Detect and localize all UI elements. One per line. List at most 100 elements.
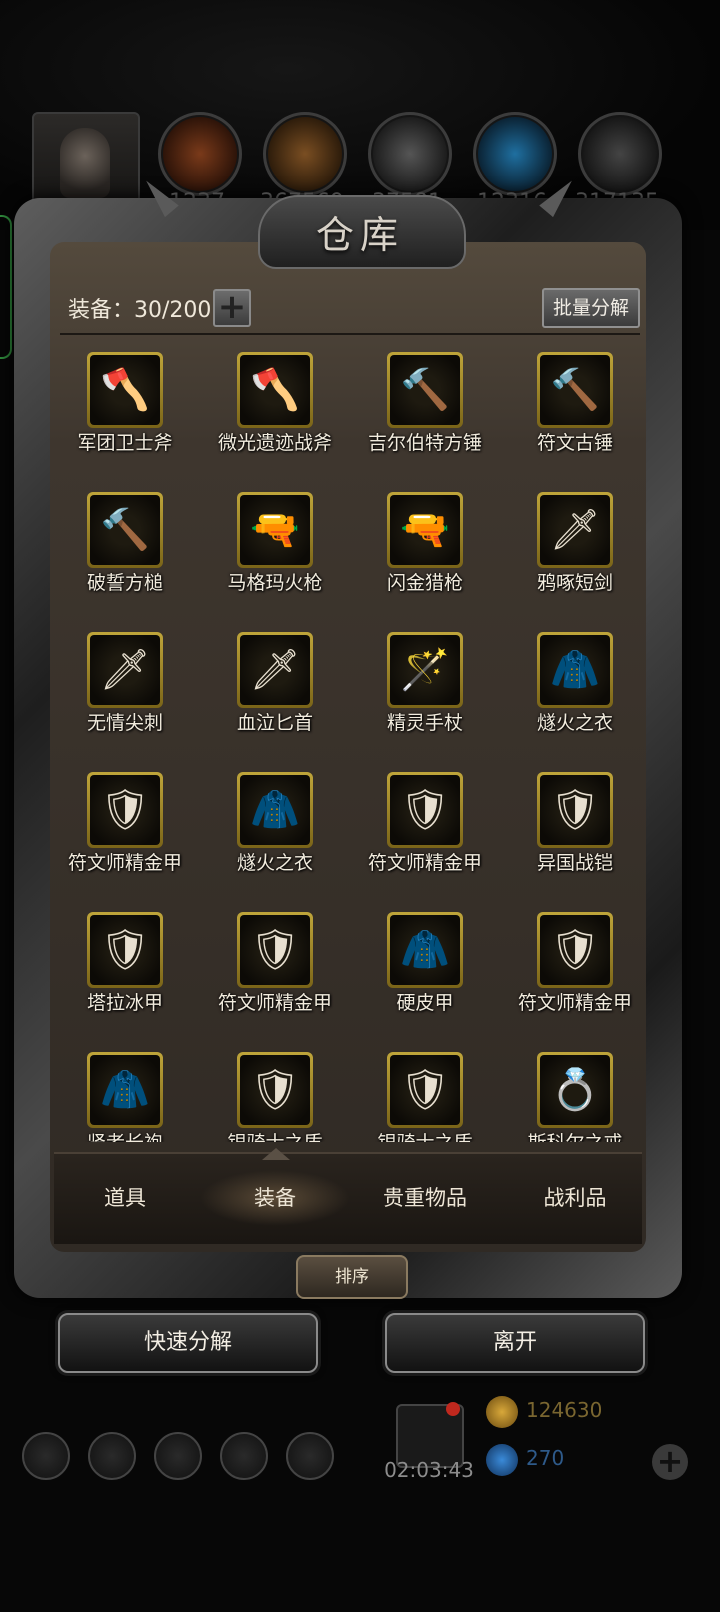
inventory-item[interactable]: 🔨 符文古锤 bbox=[500, 344, 650, 474]
tab-valuables[interactable]: 贵重物品 bbox=[350, 1170, 500, 1226]
divider bbox=[60, 333, 640, 335]
item-name: 银骑士之盾 bbox=[190, 1128, 360, 1142]
hero-face-icon bbox=[60, 128, 110, 198]
gold-value: 124630 bbox=[526, 1398, 603, 1422]
inventory-item[interactable]: 🛡 符文师精金甲 bbox=[350, 764, 500, 894]
inventory-item[interactable]: 🗡 血泣匕首 bbox=[200, 624, 350, 754]
settings-icon[interactable] bbox=[22, 1432, 70, 1480]
item-icon: 🛡 bbox=[540, 775, 610, 845]
item-slot[interactable]: 🔫 bbox=[237, 492, 313, 568]
item-grid[interactable]: 🪓 军团卫士斧 🪓 微光遗迹战斧 🔨 吉尔伯特方锤 🔨 符文古锤 🔨 破誓方槌 🔫 马格玛火枪 🔫 闪金猎… bbox=[48, 342, 668, 1142]
building-menu-icon[interactable] bbox=[154, 1432, 202, 1480]
item-name: 符文古锤 bbox=[536, 432, 613, 454]
resource-wood-icon[interactable] bbox=[263, 112, 347, 196]
inventory-item[interactable]: 🧥 燧火之衣 bbox=[500, 624, 650, 754]
hero-menu-icon[interactable] bbox=[88, 1432, 136, 1480]
item-icon: 💍 bbox=[540, 1055, 610, 1125]
tab-loot[interactable]: 战利品 bbox=[500, 1170, 650, 1226]
gold-counter: 124630 bbox=[486, 1396, 686, 1430]
item-name: 燧火之衣 bbox=[536, 712, 613, 734]
item-slot[interactable]: 🔫 bbox=[387, 492, 463, 568]
resource-crystal-icon[interactable] bbox=[473, 112, 557, 196]
inventory-item[interactable]: 🪄 精灵手杖 bbox=[350, 624, 500, 754]
inventory-item[interactable]: 🛡 符文师精金甲 bbox=[50, 764, 200, 894]
item-slot[interactable]: 🛡 bbox=[387, 1052, 463, 1128]
add-currency-button[interactable]: + bbox=[652, 1444, 688, 1480]
item-icon: 🛡 bbox=[90, 915, 160, 985]
batch-decompose-button[interactable]: 批量分解 bbox=[542, 288, 640, 328]
inventory-item[interactable]: 🛡 符文师精金甲 bbox=[500, 904, 650, 1034]
item-slot[interactable]: 🛡 bbox=[237, 1052, 313, 1128]
item-slot[interactable]: 🔨 bbox=[537, 352, 613, 428]
item-slot[interactable]: 💍 bbox=[537, 1052, 613, 1128]
inventory-item[interactable]: 🗡 无情尖刺 bbox=[50, 624, 200, 754]
item-icon: 🔨 bbox=[390, 355, 460, 425]
side-tab[interactable] bbox=[0, 215, 12, 359]
item-slot[interactable]: 🧥 bbox=[87, 1052, 163, 1128]
inventory-item[interactable]: 🗡 鸦啄短剑 bbox=[500, 484, 650, 614]
item-icon: 🧥 bbox=[90, 1055, 160, 1125]
item-icon: 🔫 bbox=[240, 495, 310, 565]
resource-iron-icon[interactable] bbox=[368, 112, 452, 196]
item-slot[interactable]: 🛡 bbox=[87, 772, 163, 848]
item-slot[interactable]: 🔨 bbox=[87, 492, 163, 568]
gem-icon bbox=[486, 1444, 518, 1476]
item-name: 符文师精金甲 bbox=[217, 992, 332, 1014]
resource-stone-icon[interactable] bbox=[578, 112, 662, 196]
item-name: 斯科尔之戒 bbox=[490, 1128, 660, 1142]
item-slot[interactable]: 🛡 bbox=[87, 912, 163, 988]
item-icon: 🛡 bbox=[540, 915, 610, 985]
inventory-item[interactable]: 🔨 吉尔伯特方锤 bbox=[350, 344, 500, 474]
mail-icon[interactable] bbox=[220, 1432, 268, 1480]
item-slot[interactable]: 🗡 bbox=[237, 632, 313, 708]
item-name: 军团卫士斧 bbox=[77, 432, 173, 454]
item-icon: 🧥 bbox=[240, 775, 310, 845]
item-slot[interactable]: 🛡 bbox=[537, 772, 613, 848]
item-icon: 🧥 bbox=[390, 915, 460, 985]
item-slot[interactable]: 🪓 bbox=[87, 352, 163, 428]
item-slot[interactable]: 🛡 bbox=[387, 772, 463, 848]
inventory-item[interactable]: 🔫 闪金猎枪 bbox=[350, 484, 500, 614]
guild-icon[interactable] bbox=[286, 1432, 334, 1480]
item-slot[interactable]: 🛡 bbox=[237, 912, 313, 988]
item-slot[interactable]: 🪄 bbox=[387, 632, 463, 708]
inventory-item[interactable]: 🔨 破誓方槌 bbox=[50, 484, 200, 614]
item-slot[interactable]: 🗡 bbox=[87, 632, 163, 708]
inventory-item[interactable]: 🛡 异国战铠 bbox=[500, 764, 650, 894]
inventory-item[interactable]: 🪓 军团卫士斧 bbox=[50, 344, 200, 474]
sort-button[interactable]: 排序 bbox=[296, 1255, 408, 1299]
tab-equipment[interactable]: 装备 bbox=[200, 1170, 350, 1226]
resource-meat-icon[interactable] bbox=[158, 112, 242, 196]
item-name: 破誓方槌 bbox=[86, 572, 163, 594]
inventory-item[interactable]: 🛡 符文师精金甲 bbox=[200, 904, 350, 1034]
inventory-item[interactable]: 🔫 马格玛火枪 bbox=[200, 484, 350, 614]
inventory-item[interactable]: 🛡银骑士之盾 bbox=[200, 1044, 350, 1142]
inventory-item[interactable]: 🛡银骑士之盾 bbox=[350, 1044, 500, 1142]
gem-value: 270 bbox=[526, 1446, 565, 1470]
tab-items[interactable]: 道具 bbox=[50, 1170, 200, 1226]
expand-capacity-button[interactable]: + bbox=[213, 289, 251, 327]
item-slot[interactable]: 🧥 bbox=[537, 632, 613, 708]
item-slot[interactable]: 🧥 bbox=[237, 772, 313, 848]
inventory-item[interactable]: 🧥 燧火之衣 bbox=[200, 764, 350, 894]
notification-dot bbox=[446, 1402, 460, 1416]
inventory-item[interactable]: 🧥贤者长袍 bbox=[50, 1044, 200, 1142]
item-slot[interactable]: 🗡 bbox=[537, 492, 613, 568]
item-slot[interactable]: 🧥 bbox=[387, 912, 463, 988]
item-slot[interactable]: 🔨 bbox=[387, 352, 463, 428]
item-name: 塔拉冰甲 bbox=[86, 992, 163, 1014]
item-name: 银骑士之盾 bbox=[340, 1128, 510, 1142]
leave-button[interactable]: 离开 bbox=[385, 1313, 645, 1373]
item-icon: 🔨 bbox=[540, 355, 610, 425]
item-slot[interactable]: 🛡 bbox=[537, 912, 613, 988]
inventory-item[interactable]: 🪓 微光遗迹战斧 bbox=[200, 344, 350, 474]
item-slot[interactable]: 🪓 bbox=[237, 352, 313, 428]
item-icon: 🛡 bbox=[240, 1055, 310, 1125]
quick-decompose-button[interactable]: 快速分解 bbox=[58, 1313, 318, 1373]
item-name: 符文师精金甲 bbox=[517, 992, 632, 1014]
inventory-item[interactable]: 🧥 硬皮甲 bbox=[350, 904, 500, 1034]
inventory-item[interactable]: 💍斯科尔之戒 bbox=[500, 1044, 650, 1142]
gift-timer: 02:03:43 bbox=[384, 1458, 474, 1482]
item-name: 符文师精金甲 bbox=[367, 852, 482, 874]
inventory-item[interactable]: 🛡 塔拉冰甲 bbox=[50, 904, 200, 1034]
